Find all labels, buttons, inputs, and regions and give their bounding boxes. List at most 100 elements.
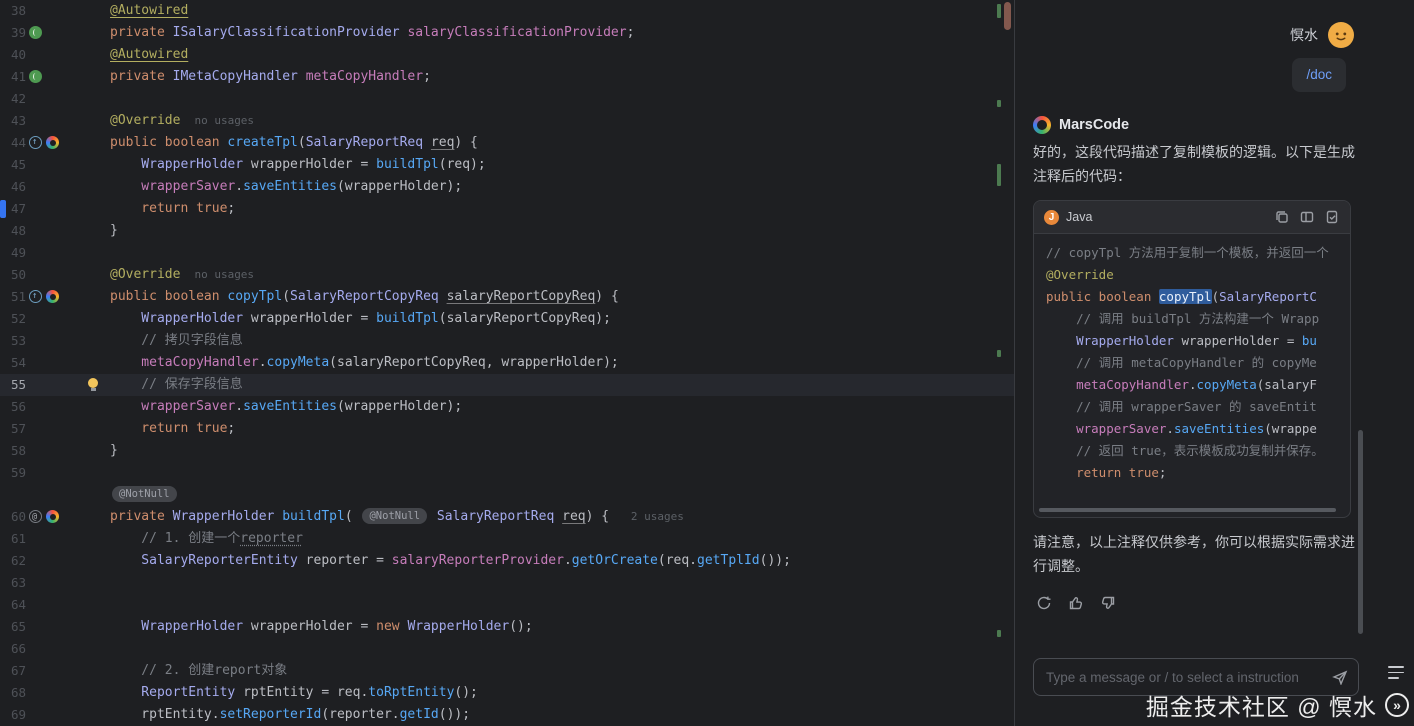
insert-code-icon[interactable] [1299, 209, 1315, 225]
editor-line[interactable]: 49 [0, 242, 1014, 264]
line-number[interactable]: 58 [11, 440, 26, 462]
editor-line[interactable]: 41private IMetaCopyHandler metaCopyHandl… [0, 66, 1014, 88]
editor-line[interactable]: 57 return true; [0, 418, 1014, 440]
editor-line[interactable]: 63 [0, 572, 1014, 594]
line-number[interactable]: 66 [11, 638, 26, 660]
line-number[interactable]: 51 [11, 286, 26, 308]
line-number[interactable]: 55 [11, 374, 26, 396]
editor-line[interactable]: 46 wrapperSaver.saveEntities(wrapperHold… [0, 176, 1014, 198]
vcs-change-mark [997, 630, 1001, 637]
chat-code-lines: // copyTpl 方法用于复制一个模板，并返回一个@Overridepubl… [1034, 234, 1350, 484]
line-number[interactable]: 46 [11, 176, 26, 198]
editor-line[interactable]: 54 metaCopyHandler.copyMeta(salaryReport… [0, 352, 1014, 374]
editor-line[interactable]: 39private ISalaryClassificationProvider … [0, 22, 1014, 44]
editor-line[interactable]: 55 // 保存字段信息 [0, 374, 1014, 396]
editor-line[interactable]: 67 // 2. 创建report对象 [0, 660, 1014, 682]
code-editor[interactable]: 38@Autowired39private ISalaryClassificat… [0, 0, 1014, 726]
editor-line[interactable]: 51public boolean copyTpl(SalaryReportCop… [0, 286, 1014, 308]
marscode-ai-icon[interactable] [46, 510, 59, 523]
thumbs-up-icon[interactable] [1067, 594, 1085, 612]
spring-bean-icon[interactable] [29, 26, 42, 39]
editor-line[interactable]: 62 SalaryReporterEntity reporter = salar… [0, 550, 1014, 572]
editor-line[interactable]: 52 WrapperHolder wrapperHolder = buildTp… [0, 308, 1014, 330]
editor-line[interactable]: 40@Autowired [0, 44, 1014, 66]
editor-line[interactable]: 42 [0, 88, 1014, 110]
instruction-menu-icon[interactable] [1388, 666, 1404, 679]
editor-line[interactable]: 69 rptEntity.setReporterId(reporter.getI… [0, 704, 1014, 726]
editor-line[interactable]: 59 [0, 462, 1014, 484]
send-icon[interactable] [1332, 669, 1348, 685]
code-token: . [235, 399, 243, 414]
code-token: SalaryReportCopyReq [290, 289, 447, 304]
editor-line[interactable]: 45 WrapperHolder wrapperHolder = buildTp… [0, 154, 1014, 176]
code-line-text: WrapperHolder wrapperHolder = new Wrappe… [110, 616, 998, 638]
line-number[interactable]: 67 [11, 660, 26, 682]
line-number[interactable]: 43 [11, 110, 26, 132]
line-number[interactable]: 63 [11, 572, 26, 594]
line-number[interactable]: 59 [11, 462, 26, 484]
editor-line[interactable]: 65 WrapperHolder wrapperHolder = new Wra… [0, 616, 1014, 638]
line-number[interactable]: 39 [11, 22, 26, 44]
marscode-ai-icon[interactable] [46, 136, 59, 149]
code-token: @Override [110, 113, 180, 128]
line-number[interactable]: 40 [11, 44, 26, 66]
line-number[interactable]: 62 [11, 550, 26, 572]
line-number[interactable]: 61 [11, 528, 26, 550]
line-number[interactable]: 60 [11, 506, 26, 528]
editor-line[interactable]: @NotNull [0, 484, 1014, 506]
horizontal-scrollbar[interactable] [1039, 508, 1336, 512]
apply-code-icon[interactable] [1324, 209, 1340, 225]
line-number[interactable]: 64 [11, 594, 26, 616]
line-number[interactable]: 47 [11, 198, 26, 220]
code-line-text: wrapperSaver.saveEntities(wrapperHolder)… [110, 176, 998, 198]
editor-line[interactable]: 38@Autowired [0, 0, 1014, 22]
editor-line[interactable]: 44public boolean createTpl(SalaryReportR… [0, 132, 1014, 154]
line-number[interactable]: 54 [11, 352, 26, 374]
marscode-ai-icon[interactable] [46, 290, 59, 303]
line-number[interactable]: 56 [11, 396, 26, 418]
line-number[interactable]: 65 [11, 616, 26, 638]
line-number[interactable]: 41 [11, 66, 26, 88]
gutter-icons [29, 510, 59, 523]
chat-code-line: metaCopyHandler.copyMeta(salaryF [1046, 374, 1350, 396]
line-number[interactable]: 48 [11, 220, 26, 242]
line-number[interactable]: 68 [11, 682, 26, 704]
chat-input[interactable] [1044, 669, 1332, 686]
editor-line[interactable]: 43@Overrideno usages [0, 110, 1014, 132]
line-number[interactable]: 52 [11, 308, 26, 330]
editor-line[interactable]: 61 // 1. 创建一个reporter [0, 528, 1014, 550]
editor-line[interactable]: 60private WrapperHolder buildTpl( @NotNu… [0, 506, 1014, 528]
overrides-method-icon[interactable] [29, 136, 42, 149]
editor-line[interactable]: 68 ReportEntity rptEntity = req.toRptEnt… [0, 682, 1014, 704]
regenerate-icon[interactable] [1035, 594, 1053, 612]
line-number[interactable]: 57 [11, 418, 26, 440]
line-number[interactable]: 44 [11, 132, 26, 154]
line-number[interactable]: 50 [11, 264, 26, 286]
editor-line[interactable]: 53 // 拷贝字段信息 [0, 330, 1014, 352]
line-number[interactable]: 45 [11, 154, 26, 176]
code-token: // 返回 true，表示模板成功复制并保存。 [1046, 443, 1324, 458]
chat-input-box[interactable] [1033, 658, 1359, 696]
intention-bulb-icon[interactable] [88, 378, 98, 388]
editor-line[interactable]: 56 wrapperSaver.saveEntities(wrapperHold… [0, 396, 1014, 418]
thumbs-down-icon[interactable] [1099, 594, 1117, 612]
editor-scrollbar[interactable] [999, 0, 1014, 726]
line-number[interactable]: 53 [11, 330, 26, 352]
editor-line[interactable]: 64 [0, 594, 1014, 616]
line-number[interactable]: 49 [11, 242, 26, 264]
annotation-icon[interactable] [29, 510, 42, 523]
line-number[interactable]: 42 [11, 88, 26, 110]
spring-bean-icon[interactable] [29, 70, 42, 83]
editor-line[interactable]: 50@Overrideno usages [0, 264, 1014, 286]
scrollbar-thumb[interactable] [1004, 2, 1011, 30]
editor-line[interactable]: 47 return true; [0, 198, 1014, 220]
overrides-method-icon[interactable] [29, 290, 42, 303]
copy-icon[interactable] [1274, 209, 1290, 225]
editor-line[interactable]: 48} [0, 220, 1014, 242]
line-number[interactable]: 38 [11, 0, 26, 22]
code-line-text: return true; [110, 418, 998, 440]
chat-scrollbar[interactable] [1358, 430, 1363, 634]
editor-line[interactable]: 66 [0, 638, 1014, 660]
line-number[interactable]: 69 [11, 704, 26, 726]
editor-line[interactable]: 58} [0, 440, 1014, 462]
